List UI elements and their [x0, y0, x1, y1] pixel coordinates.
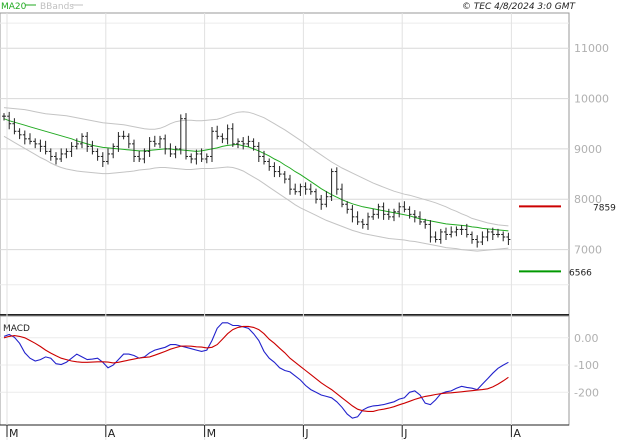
macd-lines — [3, 322, 509, 419]
macd-line-1 — [3, 325, 509, 412]
x-ticklabel-3: J — [304, 427, 308, 440]
bbands-upper-line — [3, 107, 509, 227]
x-ticklabel-2: M — [207, 427, 217, 440]
chart-stage: MA20 BBands © TEC 4/8/2024 3:0 GMT MACD … — [0, 0, 627, 440]
price-ytick-0: 11000 — [574, 42, 609, 55]
ma20-series — [3, 118, 509, 232]
macd-ytick-0: 0.00 — [574, 332, 599, 345]
price-panel-frame — [0, 12, 570, 316]
gridlines — [0, 13, 569, 440]
legend-ma20-label: MA20 — [1, 2, 27, 12]
ma20-line — [3, 118, 509, 232]
bbands-lower-line — [3, 135, 509, 252]
macd-ytick-1: -100 — [574, 359, 599, 372]
x-ticklabel-5: A — [513, 427, 521, 440]
macd-ytick-2: -200 — [574, 386, 599, 399]
price-ytick-1: 10000 — [574, 93, 609, 106]
price-levels: 78596566 — [519, 203, 616, 278]
legend-bbands-label: BBands — [40, 2, 74, 12]
x-axis-ticks: MAMJJA — [6, 425, 521, 440]
x-ticklabel-0: M — [9, 427, 19, 440]
price-ytick-3: 8000 — [574, 193, 602, 206]
level-label-1: 6566 — [569, 268, 592, 278]
macd-line-0 — [3, 322, 509, 419]
x-ticklabel-1: A — [108, 427, 116, 440]
y-axis-ticks: 11000 10000 9000 8000 7000 0.00 -100 -200 — [574, 42, 609, 399]
x-ticklabel-4: J — [403, 427, 407, 440]
price-chart: MA20 BBands © TEC 4/8/2024 3:0 GMT MACD … — [0, 2, 616, 440]
copyright-text: © TEC 4/8/2024 3:0 GMT — [462, 2, 577, 12]
ohlc-bars — [2, 111, 511, 248]
price-ytick-2: 9000 — [574, 143, 602, 156]
bollinger-bands — [3, 107, 509, 252]
price-ytick-4: 7000 — [574, 244, 602, 257]
